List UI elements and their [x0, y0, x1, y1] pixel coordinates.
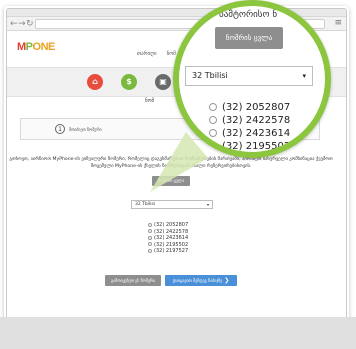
magnified-number-option[interactable]: (32) 2052807 [209, 101, 290, 114]
magnified-number-list: (32) 2052807 (32) 2422578 (32) 2423614 (… [209, 101, 290, 152]
city-code-value: 32 Tbilisi [135, 202, 156, 207]
main-menu: თარიღი ნომ [137, 51, 176, 57]
browser-menu-icon[interactable]: ≡ [334, 18, 342, 28]
step-number: 1 [55, 124, 65, 134]
step-label: მოიძიეთ ნომერი [69, 127, 102, 132]
radio-button[interactable] [148, 229, 152, 234]
radio-button[interactable] [209, 103, 217, 111]
myphone-logo[interactable]: MPONE [17, 41, 55, 53]
radio-button[interactable] [148, 242, 152, 247]
use-number-button[interactable]: გამოიყენეთ ეს ნომერი [105, 275, 161, 286]
radio-button[interactable] [148, 235, 152, 240]
chevron-down-icon: ▾ [302, 72, 306, 80]
number-option[interactable]: (32) 2422578 [148, 229, 188, 236]
number-option[interactable]: (32) 2197527 [148, 248, 188, 255]
magnified-generate-button[interactable]: ნომრის ცვლა [215, 27, 283, 49]
reload-icon[interactable]: ↻ [26, 18, 34, 30]
back-arrow-icon[interactable]: ← [10, 18, 18, 30]
home-icon[interactable]: ⌂ [87, 74, 103, 90]
next-step-button[interactable]: დაიცავით შემდეგ ნაბიჯზე ❯ [165, 275, 237, 286]
number-option[interactable]: (32) 2195502 [148, 242, 188, 249]
magnified-number-option[interactable]: (32) 2422578 [209, 114, 290, 127]
magnified-city-select[interactable]: 32 Tbilisi ▾ [185, 66, 313, 86]
forward-arrow-icon[interactable]: → [18, 18, 26, 30]
dollar-icon[interactable]: $ [121, 74, 137, 90]
city-code-select[interactable]: 32 Tbilisi ▾ [131, 200, 213, 209]
section-subtitle: ნომ [145, 98, 155, 104]
magnified-number-option[interactable]: (32) 2423614 [209, 127, 290, 140]
magnified-number-option[interactable]: (32) 2195502 [209, 140, 290, 152]
generate-number-button[interactable]: ნომრის ცვლა [152, 176, 190, 186]
radio-button[interactable] [148, 248, 152, 253]
magnifier-lens: ნამტორისო ნ ნომრის ცვლა 32 Tbilisi ▾ (32… [173, 0, 331, 158]
magnifier-title: ნამტორისო ნ [219, 10, 278, 20]
chevron-right-icon: ❯ [224, 277, 230, 284]
menu-item[interactable]: თარიღი [137, 51, 157, 57]
description-text: გთხოვთ, აირჩიოთ MyPhone-ის ვიზუალური ნომ… [9, 157, 333, 169]
number-options-list: (32) 2052807 (32) 2422578 (32) 2423614 (… [148, 222, 188, 255]
radio-button[interactable] [148, 222, 152, 227]
chevron-down-icon: ▾ [206, 202, 209, 207]
bottom-actions: გამოიყენეთ ეს ნომერი დაიცავით შემდეგ ნაბ… [105, 275, 237, 286]
radio-button[interactable] [209, 129, 217, 137]
number-option[interactable]: (32) 2052807 [148, 222, 188, 229]
menu-item[interactable]: ნომ [167, 51, 176, 57]
briefcase-icon[interactable]: ▣ [155, 74, 171, 90]
radio-button[interactable] [209, 142, 217, 150]
page-footer [0, 317, 356, 349]
number-option[interactable]: (32) 2423614 [148, 235, 188, 242]
radio-button[interactable] [209, 116, 217, 124]
